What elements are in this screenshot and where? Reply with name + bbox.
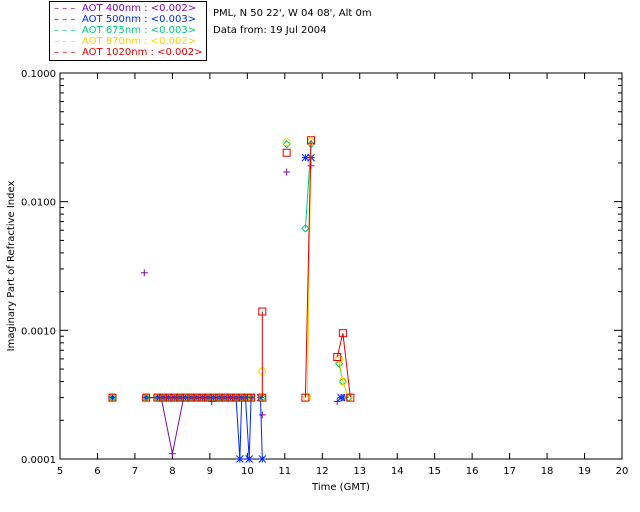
y-axis-label: Imaginary Part of Refractive Index bbox=[6, 181, 17, 352]
axes: 5 6 7 8 9 10 11 12 13 14 15 16 17 18 19 20 0.0001 0.0010 0… bbox=[6, 69, 628, 493]
marker-shape bbox=[282, 138, 291, 147]
y-tick-label: 0.0010 bbox=[21, 326, 56, 337]
data-point bbox=[282, 138, 291, 147]
x-tick-label: 20 bbox=[616, 466, 629, 477]
x-tick-label: 8 bbox=[169, 466, 175, 477]
series-line bbox=[259, 397, 263, 460]
data-point bbox=[168, 450, 176, 458]
date-text: Data from: 19 Jul 2004 bbox=[213, 25, 327, 36]
legend-label-1020: AOT 1020nm : <0.002> bbox=[82, 47, 203, 58]
marker-shape bbox=[282, 148, 291, 157]
x-tick-label: 12 bbox=[316, 466, 329, 477]
x-tick-label: 18 bbox=[541, 466, 554, 477]
plot-marks bbox=[108, 136, 355, 463]
series-line bbox=[146, 397, 252, 460]
data-point bbox=[283, 168, 291, 176]
data-point bbox=[258, 411, 266, 419]
x-axis-label: Time (GMT) bbox=[311, 482, 370, 493]
x-tick-label: 10 bbox=[241, 466, 254, 477]
y-tick-label: 0.0001 bbox=[21, 455, 56, 466]
legend: – – – AOT 400nm : <0.002> – – – AOT 500n… bbox=[49, 1, 207, 61]
x-tick-label: 5 bbox=[57, 466, 63, 477]
data-point bbox=[140, 269, 148, 277]
data-point bbox=[235, 455, 244, 463]
data-point bbox=[258, 455, 267, 463]
x-tick-label: 11 bbox=[278, 466, 291, 477]
location-text: PML, N 50 22', W 04 08', Alt 0m bbox=[213, 8, 372, 19]
x-tick-label: 15 bbox=[428, 466, 441, 477]
y-tick-label: 0.0100 bbox=[21, 198, 56, 209]
data-point bbox=[245, 455, 254, 463]
legend-dash: – – – bbox=[54, 47, 76, 58]
x-tick-label: 6 bbox=[94, 466, 100, 477]
x-tick-label: 17 bbox=[503, 466, 516, 477]
series-line bbox=[160, 397, 185, 454]
data-point bbox=[282, 148, 291, 157]
x-tick-label: 13 bbox=[353, 466, 366, 477]
x-tick-label: 19 bbox=[578, 466, 591, 477]
x-tick-label: 7 bbox=[132, 466, 138, 477]
x-tick-label: 14 bbox=[391, 466, 404, 477]
x-tick-label: 9 bbox=[207, 466, 213, 477]
legend-item-1020: – – – AOT 1020nm : <0.002> bbox=[50, 47, 206, 59]
x-tick-label: 16 bbox=[466, 466, 479, 477]
chart-canvas: 5 6 7 8 9 10 11 12 13 14 15 16 17 18 19 20 0.0001 0.0010 0… bbox=[6, 69, 628, 493]
y-tick-label: 0.1000 bbox=[21, 69, 56, 80]
